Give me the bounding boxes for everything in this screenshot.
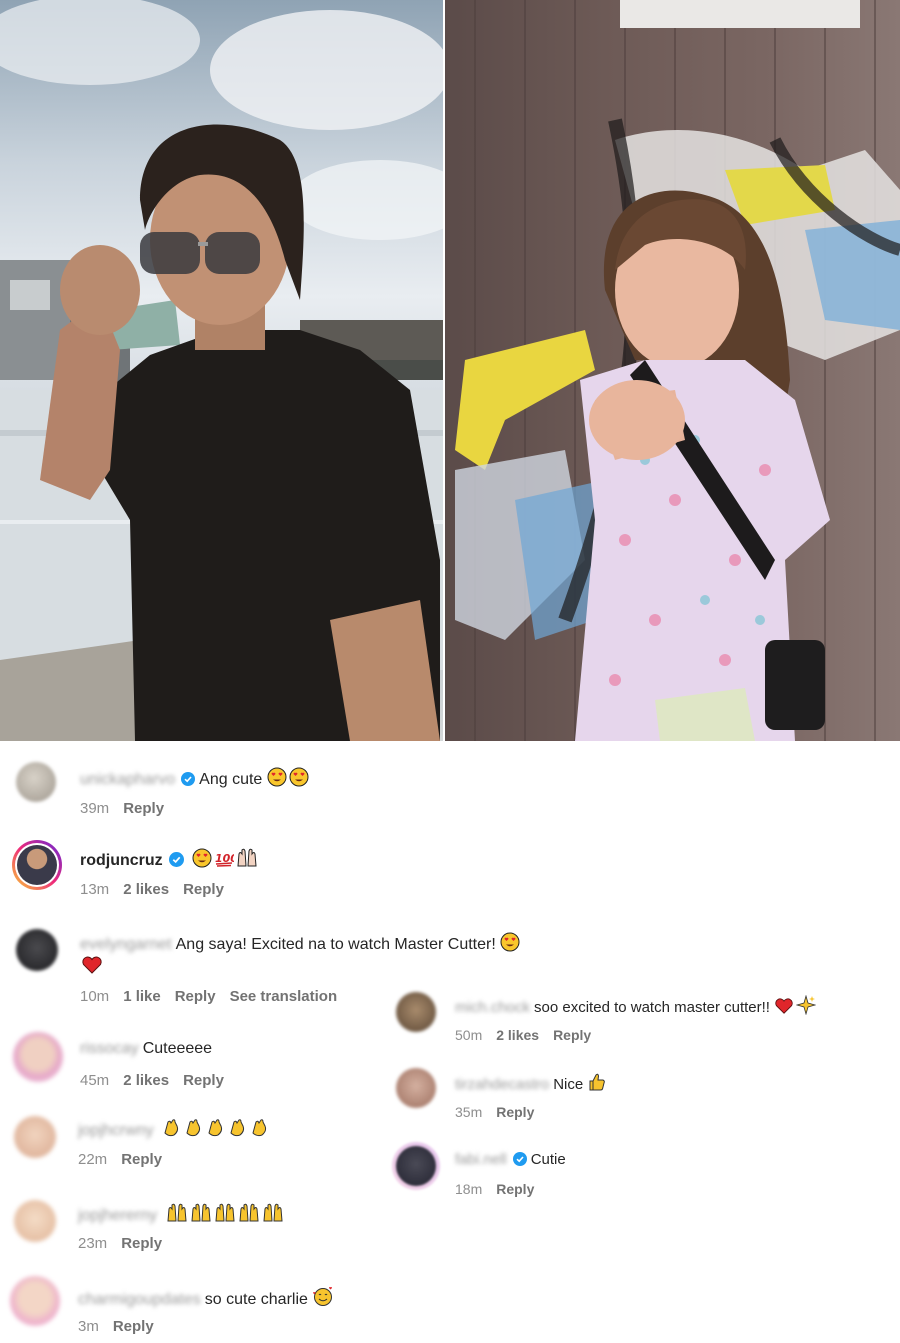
comment-time: 35m xyxy=(455,1104,483,1120)
heart-eyes-emoji-icon xyxy=(289,767,309,787)
likes-count[interactable]: 2 likes xyxy=(123,881,169,898)
comment-time: 50m xyxy=(455,1027,483,1043)
raised-hands-emoji-icon xyxy=(237,848,257,867)
clapping-hands-emoji-icon xyxy=(164,1119,179,1137)
photo-man-sunglasses xyxy=(0,0,443,741)
red-heart-emoji-icon xyxy=(775,998,793,1014)
girl-photo-illustration xyxy=(455,0,900,741)
avatar[interactable] xyxy=(396,1068,436,1108)
photo-girl-fist xyxy=(445,0,900,741)
comment-username[interactable]: evelyngarnet xyxy=(80,936,172,953)
avatar[interactable] xyxy=(14,1116,56,1158)
comment-time: 10m xyxy=(80,988,110,1005)
reply-button[interactable]: Reply xyxy=(121,1235,162,1252)
comment-username[interactable]: unickapharvo xyxy=(80,771,175,788)
reply-button[interactable]: Reply xyxy=(553,1027,591,1043)
comment-time: 23m xyxy=(78,1235,108,1252)
raised-hands-emoji-icon xyxy=(215,1203,235,1222)
avatar[interactable] xyxy=(16,762,56,802)
likes-count[interactable]: 2 likes xyxy=(496,1027,539,1043)
reply-button[interactable]: Reply xyxy=(496,1181,534,1197)
comment-time: 39m xyxy=(80,800,110,817)
heart-eyes-emoji-icon xyxy=(192,848,212,868)
avatar-image xyxy=(17,845,57,885)
likes-count[interactable]: 1 like xyxy=(123,988,161,1005)
comment-username[interactable]: jopjhererny xyxy=(78,1207,157,1224)
comment-username[interactable]: rodjuncruz xyxy=(80,852,163,869)
raised-hands-emoji-icon xyxy=(191,1203,211,1222)
clapping-hands-emoji-icon xyxy=(252,1119,267,1137)
comment-text: Cutie xyxy=(530,1151,566,1168)
reply-button[interactable]: Reply xyxy=(121,1151,162,1168)
thumbs-up-emoji-icon xyxy=(589,1073,606,1091)
comment-username[interactable]: fabi.nell xyxy=(455,1151,507,1168)
reply-button[interactable]: Reply xyxy=(175,988,216,1005)
avatar[interactable] xyxy=(396,1146,436,1186)
likes-count[interactable]: 2 likes xyxy=(123,1072,169,1089)
comment-text: Ang cute xyxy=(199,771,267,788)
raised-hands-emoji-icon xyxy=(239,1203,259,1222)
comment-text: soo excited to watch master cutter!! xyxy=(534,999,775,1016)
comment-text: Ang saya! Excited na to watch Master Cut… xyxy=(175,936,501,953)
avatar[interactable] xyxy=(10,1276,60,1326)
comment-time: 13m xyxy=(80,881,110,898)
reply-button[interactable]: Reply xyxy=(123,800,164,817)
clapping-hands-emoji-icon xyxy=(208,1119,223,1137)
see-translation-link[interactable]: See translation xyxy=(230,988,338,1005)
clapping-hands-emoji-icon xyxy=(230,1119,245,1137)
reply-button[interactable]: Reply xyxy=(496,1104,534,1120)
hundred-points-emoji-icon: 100 xyxy=(215,852,234,867)
avatar[interactable] xyxy=(13,1032,63,1082)
comment-username[interactable]: charmigoupdates xyxy=(78,1291,201,1308)
heart-eyes-emoji-icon xyxy=(500,932,520,952)
clapping-emoji-row xyxy=(162,1119,272,1139)
raised-hands-emoji-icon xyxy=(167,1203,187,1222)
comment-time: 45m xyxy=(80,1072,110,1089)
red-heart-emoji-icon xyxy=(82,956,102,974)
comment-time: 3m xyxy=(78,1318,99,1335)
avatar[interactable] xyxy=(16,929,58,971)
reply-button[interactable]: Reply xyxy=(183,881,224,898)
man-photo-illustration xyxy=(0,0,443,741)
clapping-hands-emoji-icon xyxy=(186,1119,201,1137)
comment-username[interactable]: tirzahdecastro xyxy=(455,1076,549,1093)
comment-time: 18m xyxy=(455,1181,483,1197)
comment-username[interactable]: jopjhcrwny xyxy=(78,1122,154,1139)
comment-time: 22m xyxy=(78,1151,108,1168)
reply-button[interactable]: Reply xyxy=(113,1318,154,1335)
sparkles-emoji-icon xyxy=(796,995,817,1015)
verified-badge-icon xyxy=(181,772,196,786)
verified-badge-icon xyxy=(168,852,184,867)
raised-hands-emoji-icon xyxy=(263,1203,283,1222)
avatar[interactable] xyxy=(396,992,436,1032)
comment-text: so cute charlie xyxy=(204,1291,313,1308)
smiling-face-with-hearts-emoji-icon xyxy=(313,1286,333,1306)
comment-text: Cuteeeee xyxy=(142,1040,213,1057)
heart-eyes-emoji-icon xyxy=(267,767,287,787)
reply-button[interactable]: Reply xyxy=(183,1072,224,1089)
post-image-collage xyxy=(0,0,900,741)
avatar[interactable] xyxy=(14,1200,56,1242)
verified-badge-icon xyxy=(512,1152,527,1166)
comment-username[interactable]: mich.chock xyxy=(455,999,530,1016)
comment-username[interactable]: rissocay xyxy=(80,1040,139,1057)
raised-hands-emoji-row xyxy=(166,1203,286,1224)
comment-text: Nice xyxy=(553,1076,588,1093)
